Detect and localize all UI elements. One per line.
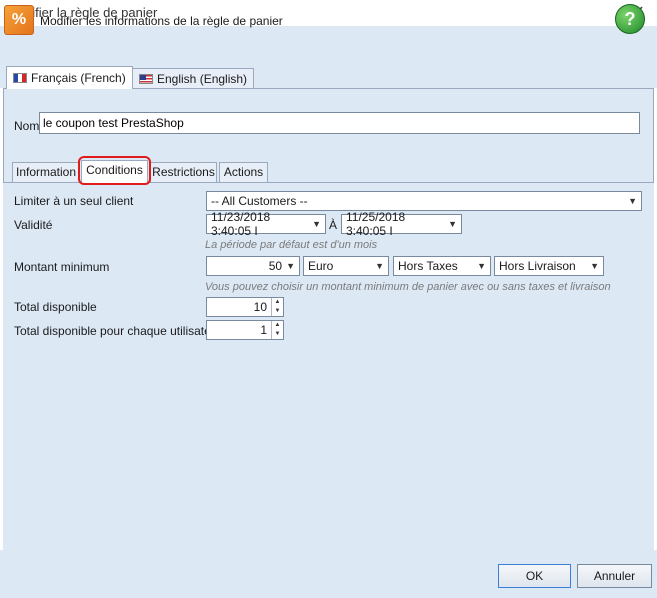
language-tabs: Français (French) English (English) — [0, 64, 657, 89]
currency-value: Euro — [308, 259, 334, 273]
total-value: 10 — [253, 300, 267, 314]
cancel-button[interactable]: Annuler — [577, 564, 652, 588]
spin-up-icon[interactable]: ▲ — [272, 321, 283, 330]
min-amount-input[interactable]: 50 ▼ — [206, 256, 300, 276]
tab-lang-french[interactable]: Français (French) — [6, 66, 133, 89]
customer-label: Limiter à un seul client — [14, 194, 134, 208]
validity-to-picker[interactable]: 11/25/2018 3:40:05 I ▼ — [341, 210, 462, 238]
name-label: Nom — [14, 119, 40, 133]
validity-to-value: 11/25/2018 3:40:05 I — [346, 210, 406, 238]
spin-down-icon[interactable]: ▼ — [272, 307, 283, 316]
dialog-header — [0, 26, 657, 64]
chevron-down-icon: ▼ — [448, 219, 457, 229]
currency-select[interactable]: Euro ▼ — [303, 256, 389, 276]
header-text: Modifier les informations de la règle de… — [40, 14, 283, 28]
validity-from-picker[interactable]: 11/23/2018 3:40:05 I ▼ — [206, 210, 326, 238]
validity-label: Validité — [14, 218, 53, 232]
chevron-down-icon: ▼ — [590, 261, 599, 271]
tab-restrictions[interactable]: Restrictions — [150, 162, 217, 182]
conditions-panel — [3, 182, 654, 550]
percent-glyph: % — [11, 11, 27, 28]
min-amount-label: Montant minimum — [14, 260, 110, 274]
total-label: Total disponible — [14, 300, 97, 314]
flag-us-icon — [139, 73, 153, 84]
per-user-stepper[interactable]: 1 ▲ ▼ — [206, 320, 284, 340]
chevron-down-icon: ▼ — [312, 219, 321, 229]
shipping-value: Hors Livraison — [499, 259, 576, 273]
min-amount-hint: Vous pouvez choisir un montant minimum d… — [205, 281, 611, 293]
ok-button[interactable]: OK — [498, 564, 571, 588]
chevron-down-icon: ▼ — [286, 261, 295, 271]
chevron-down-icon: ▼ — [477, 261, 486, 271]
validity-separator: À — [329, 218, 338, 232]
tab-conditions[interactable]: Conditions — [81, 160, 148, 183]
tab-information[interactable]: Information — [12, 162, 80, 182]
chevron-down-icon: ▼ — [375, 261, 384, 271]
tab-lang-english[interactable]: English (English) — [132, 68, 255, 88]
lang-label: Français (French) — [31, 71, 126, 85]
customer-value: -- All Customers -- — [211, 194, 308, 208]
shipping-select[interactable]: Hors Livraison ▼ — [494, 256, 604, 276]
total-stepper[interactable]: 10 ▲ ▼ — [206, 297, 284, 317]
customer-select[interactable]: -- All Customers -- ▼ — [206, 191, 642, 211]
validity-from-value: 11/23/2018 3:40:05 I — [211, 210, 271, 238]
min-amount-value: 50 — [268, 259, 283, 273]
help-icon[interactable]: ? — [615, 4, 645, 34]
name-input[interactable] — [39, 112, 640, 134]
validity-hint: La période par défaut est d'un mois — [205, 239, 378, 251]
tax-select[interactable]: Hors Taxes ▼ — [393, 256, 491, 276]
per-user-value: 1 — [260, 323, 267, 337]
spin-up-icon[interactable]: ▲ — [272, 298, 283, 307]
percent-tag-icon: % — [4, 5, 34, 35]
spin-down-icon[interactable]: ▼ — [272, 330, 283, 339]
flag-fr-icon — [13, 73, 27, 83]
chevron-down-icon: ▼ — [628, 196, 637, 206]
tax-value: Hors Taxes — [398, 259, 458, 273]
lang-label: English (English) — [157, 71, 248, 86]
per-user-label: Total disponible pour chaque utilisateur — [14, 324, 222, 338]
tab-actions[interactable]: Actions — [219, 162, 268, 182]
